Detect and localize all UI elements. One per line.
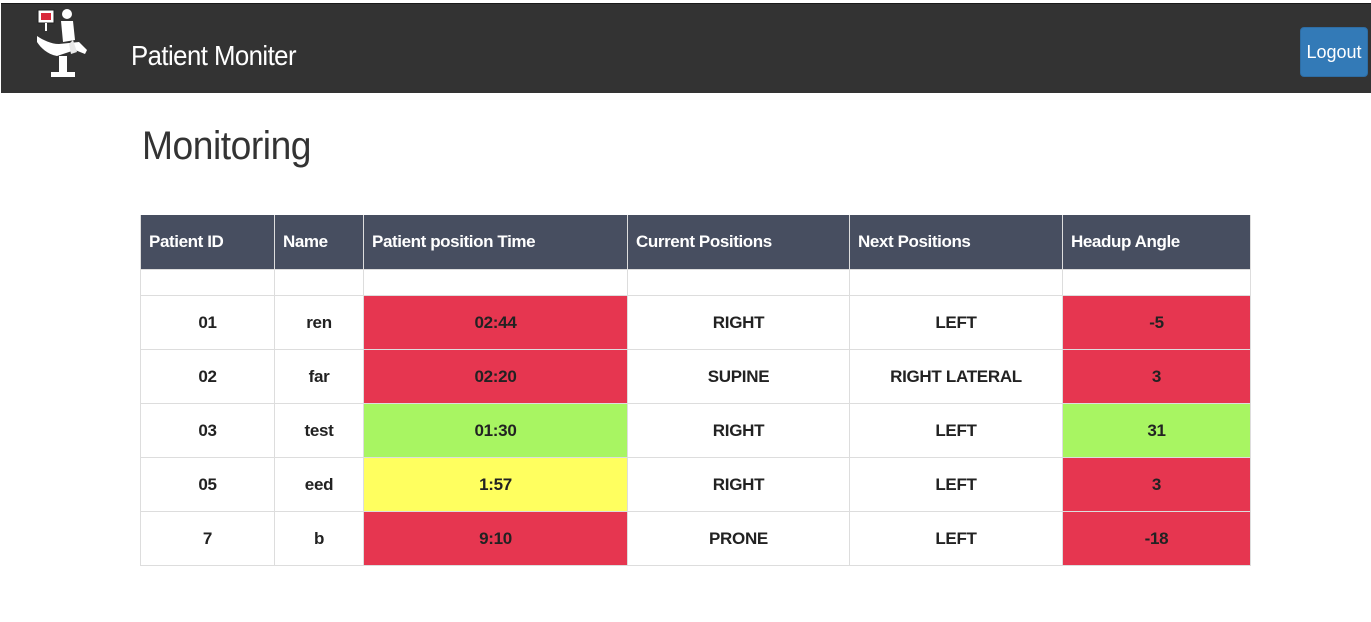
- headup-angle-cell: 31: [1062, 403, 1251, 458]
- column-header-position-time: Patient position Time: [363, 215, 628, 270]
- patient-id-cell: 01: [140, 295, 275, 350]
- patient-name-cell: far: [274, 349, 364, 404]
- table-row[interactable]: 03 test 01:30 RIGHT LEFT 31: [140, 403, 1251, 458]
- table-row[interactable]: 01 ren 02:44 RIGHT LEFT -5: [140, 295, 1251, 350]
- current-position-cell: RIGHT: [627, 457, 850, 512]
- table-row[interactable]: 02 far 02:20 SUPINE RIGHT LATERAL 3: [140, 349, 1251, 404]
- column-header-patient-id: Patient ID: [140, 215, 275, 270]
- next-position-cell: LEFT: [849, 403, 1063, 458]
- patient-id-cell: 03: [140, 403, 275, 458]
- column-header-current-positions: Current Positions: [627, 215, 850, 270]
- current-position-cell: RIGHT: [627, 403, 850, 458]
- headup-angle-cell: 3: [1062, 349, 1251, 404]
- position-time-cell: 1:57: [363, 457, 628, 512]
- next-position-cell: LEFT: [849, 295, 1063, 350]
- table-row[interactable]: 05 eed 1:57 RIGHT LEFT 3: [140, 457, 1251, 512]
- empty-cell: [849, 269, 1063, 296]
- monitoring-table: Patient ID Name Patient position Time Cu…: [140, 215, 1251, 566]
- next-position-cell: RIGHT LATERAL: [849, 349, 1063, 404]
- navbar: Patient Moniter Logout: [1, 3, 1371, 93]
- position-time-cell: 9:10: [363, 511, 628, 566]
- patient-name-cell: test: [274, 403, 364, 458]
- table-row[interactable]: 7 b 9:10 PRONE LEFT -18: [140, 511, 1251, 566]
- patient-id-cell: 02: [140, 349, 275, 404]
- empty-row: [140, 269, 1251, 296]
- patient-name-cell: eed: [274, 457, 364, 512]
- next-position-cell: LEFT: [849, 511, 1063, 566]
- patient-name-cell: ren: [274, 295, 364, 350]
- patient-id-cell: 05: [140, 457, 275, 512]
- current-position-cell: PRONE: [627, 511, 850, 566]
- current-position-cell: RIGHT: [627, 295, 850, 350]
- column-header-name: Name: [274, 215, 364, 270]
- patient-id-cell: 7: [140, 511, 275, 566]
- empty-cell: [1062, 269, 1251, 296]
- table-header-row: Patient ID Name Patient position Time Cu…: [140, 215, 1251, 270]
- next-position-cell: LEFT: [849, 457, 1063, 512]
- empty-cell: [140, 269, 275, 296]
- headup-angle-cell: -18: [1062, 511, 1251, 566]
- current-position-cell: SUPINE: [627, 349, 850, 404]
- empty-cell: [363, 269, 628, 296]
- empty-cell: [274, 269, 364, 296]
- logout-button[interactable]: Logout: [1300, 27, 1368, 77]
- app-brand-title[interactable]: Patient Moniter: [131, 40, 297, 72]
- position-time-cell: 02:44: [363, 295, 628, 350]
- position-time-cell: 01:30: [363, 403, 628, 458]
- headup-angle-cell: -5: [1062, 295, 1251, 350]
- position-time-cell: 02:20: [363, 349, 628, 404]
- patient-bed-logo-icon: [37, 9, 87, 77]
- page-title: Monitoring: [142, 124, 312, 168]
- column-header-headup-angle: Headup Angle: [1062, 215, 1251, 270]
- headup-angle-cell: 3: [1062, 457, 1251, 512]
- column-header-next-positions: Next Positions: [849, 215, 1063, 270]
- empty-cell: [627, 269, 850, 296]
- patient-name-cell: b: [274, 511, 364, 566]
